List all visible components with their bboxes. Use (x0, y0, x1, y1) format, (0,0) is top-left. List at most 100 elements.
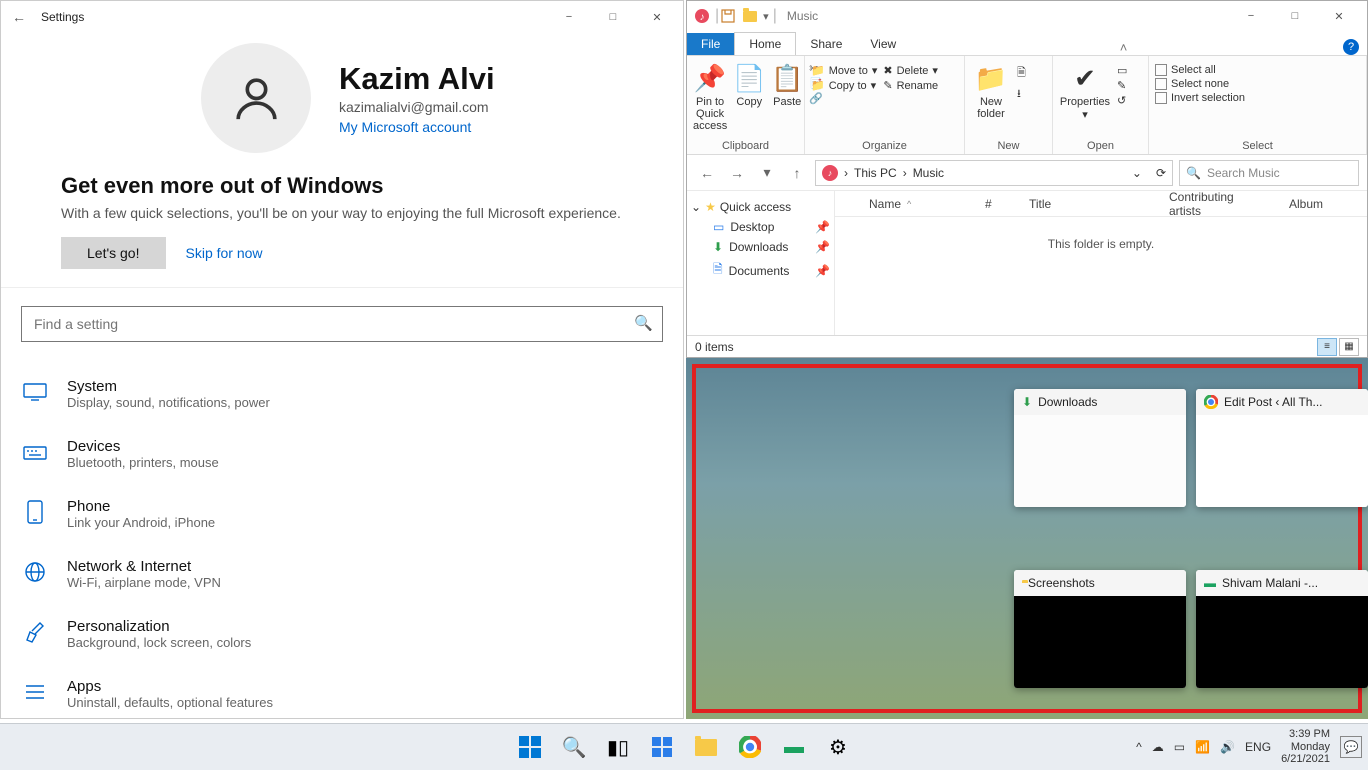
language-indicator[interactable]: ENG (1245, 740, 1271, 754)
details-view-button[interactable]: ≡ (1317, 338, 1337, 356)
notifications-button[interactable]: 💬 (1340, 736, 1362, 758)
keyboard-icon (21, 438, 49, 466)
explorer-title: Music (787, 9, 818, 23)
close-button[interactable]: ✕ (635, 3, 679, 31)
copy-icon: 📄 (733, 60, 765, 96)
search-button[interactable]: 🔍 (557, 730, 591, 764)
explorer-maximize-button[interactable]: □ (1273, 2, 1317, 30)
category-system[interactable]: SystemDisplay, sound, notifications, pow… (21, 364, 663, 424)
minimize-button[interactable]: − (547, 3, 591, 31)
rename-button[interactable]: ✎Rename (883, 79, 938, 92)
explorer-taskbar-icon[interactable] (689, 730, 723, 764)
tab-file[interactable]: File (687, 33, 734, 55)
history-icon: ↺ (1117, 94, 1126, 107)
nav-forward-button[interactable]: → (725, 161, 749, 185)
paste-icon: 📋 (771, 60, 803, 96)
settings-taskbar-icon[interactable]: ⚙ (821, 730, 855, 764)
chevron-down-icon: ▾ (871, 79, 877, 92)
skip-link[interactable]: Skip for now (186, 245, 263, 261)
maximize-button[interactable]: □ (591, 3, 635, 31)
explorer-window: ♪ | ▾ | Music − □ ✕ File Home Share View… (686, 0, 1368, 358)
category-personalization[interactable]: PersonalizationBackground, lock screen, … (21, 604, 663, 664)
battery-icon[interactable]: ▭ (1174, 740, 1185, 754)
refresh-icon[interactable]: ⟳ (1156, 166, 1166, 180)
save-icon[interactable] (719, 7, 737, 25)
breadcrumb-leaf[interactable]: Music (913, 166, 944, 180)
folder-search[interactable]: 🔍 Search Music (1179, 160, 1359, 186)
nav-documents[interactable]: 🗎Documents📌 (691, 257, 830, 284)
nav-row: ← → ▾ ↑ ♪ › This PC › Music ⌄ ⟳ 🔍 Search… (687, 155, 1367, 191)
account-link[interactable]: My Microsoft account (339, 119, 495, 135)
chevron-down-icon[interactable]: ⌄ (1132, 166, 1142, 180)
edit-button[interactable]: ✎ (1117, 79, 1127, 92)
back-button[interactable]: ← (5, 9, 33, 25)
invert-selection-button[interactable]: Invert selection (1155, 92, 1245, 104)
music-app-icon: ♪ (693, 7, 711, 25)
nav-desktop[interactable]: ▭Desktop📌 (691, 217, 830, 237)
snap-thumb-chat[interactable]: ▬Shivam Malani -... (1196, 570, 1368, 688)
ribbon-collapse-icon[interactable]: ˄ (1120, 40, 1128, 55)
explorer-close-button[interactable]: ✕ (1317, 2, 1361, 30)
clock[interactable]: 3:39 PM Monday 6/21/2021 (1281, 728, 1330, 766)
task-view-button[interactable]: ▮▯ (601, 730, 635, 764)
address-bar[interactable]: ♪ › This PC › Music ⌄ ⟳ (815, 160, 1173, 186)
help-icon[interactable]: ? (1343, 39, 1359, 55)
select-all-button[interactable]: Select all (1155, 64, 1245, 76)
widgets-button[interactable] (645, 730, 679, 764)
nav-up-button[interactable]: ↑ (785, 161, 809, 185)
snap-thumb-downloads[interactable]: ⬇Downloads (1014, 389, 1186, 507)
properties-button[interactable]: ✔Properties▾ (1059, 60, 1111, 121)
tab-view[interactable]: View (856, 33, 910, 55)
chrome-taskbar-icon[interactable] (733, 730, 767, 764)
start-button[interactable] (513, 730, 547, 764)
tab-home[interactable]: Home (734, 32, 796, 55)
invert-icon (1155, 92, 1167, 104)
explorer-minimize-button[interactable]: − (1229, 2, 1273, 30)
nav-downloads[interactable]: ⬇Downloads📌 (691, 237, 830, 257)
moveto-button[interactable]: 📁Move to▾ (811, 64, 877, 77)
new-item-button[interactable]: 🗎 (1017, 64, 1026, 83)
tray-expand-icon[interactable]: ^ (1136, 740, 1142, 754)
new-folder-button[interactable]: 📁New folder (971, 60, 1011, 120)
col-title[interactable]: Title (1019, 197, 1159, 211)
col-number[interactable]: # (975, 197, 1019, 211)
wifi-icon[interactable]: 📶 (1195, 740, 1210, 754)
category-network[interactable]: Network & InternetWi-Fi, airplane mode, … (21, 544, 663, 604)
paste-button[interactable]: 📋Paste (771, 60, 803, 108)
folder-quickaccess-icon[interactable] (741, 7, 759, 25)
snap-thumb-screenshots[interactable]: Screenshots (1014, 570, 1186, 688)
category-phone[interactable]: PhoneLink your Android, iPhone (21, 484, 663, 544)
onedrive-icon[interactable]: ☁ (1152, 740, 1164, 754)
copy-button[interactable]: 📄Copy (733, 60, 765, 108)
category-devices[interactable]: DevicesBluetooth, printers, mouse (21, 424, 663, 484)
volume-icon[interactable]: 🔊 (1220, 740, 1235, 754)
easy-access-button[interactable]: ⭳ (1017, 85, 1026, 104)
snap-picker-overlay: ⬇Downloads Edit Post ‹ All Th... Screens… (686, 358, 1368, 719)
nav-back-button[interactable]: ← (695, 161, 719, 185)
quick-access-header[interactable]: ⌄★Quick access (691, 197, 830, 217)
select-none-button[interactable]: Select none (1155, 78, 1245, 90)
pin-quickaccess-button[interactable]: 📌Pin to Quick access (693, 60, 727, 132)
nav-pane: ⌄★Quick access ▭Desktop📌 ⬇Downloads📌 🗎Do… (687, 191, 835, 335)
tab-share[interactable]: Share (796, 33, 856, 55)
col-name[interactable]: Name^ (835, 197, 975, 211)
breadcrumb-root[interactable]: This PC (854, 166, 897, 180)
history-button[interactable]: ↺ (1117, 94, 1127, 107)
copyto-button[interactable]: 📁Copy to▾ (811, 79, 877, 92)
settings-window: ← Settings − □ ✕ Kazim Alvi kazimalialvi… (0, 0, 684, 719)
lets-go-button[interactable]: Let's go! (61, 237, 166, 269)
nav-recent-dropdown[interactable]: ▾ (755, 161, 779, 185)
settings-search-input[interactable] (21, 306, 663, 342)
search-container: 🔍 (21, 306, 663, 342)
category-apps[interactable]: AppsUninstall, defaults, optional featur… (21, 664, 663, 718)
edit-icon: ✎ (1117, 79, 1126, 92)
col-album[interactable]: Album (1279, 197, 1367, 211)
chat-taskbar-icon[interactable]: ▬ (777, 730, 811, 764)
delete-button[interactable]: ✖Delete▾ (883, 64, 938, 77)
col-artists[interactable]: Contributing artists (1159, 190, 1279, 218)
icons-view-button[interactable]: ▦ (1339, 338, 1359, 356)
empty-folder-message: This folder is empty. (835, 237, 1367, 251)
snap-thumb-editpost[interactable]: Edit Post ‹ All Th... (1196, 389, 1368, 507)
open-button[interactable]: ▭ (1117, 64, 1127, 77)
explorer-titlebar: ♪ | ▾ | Music − □ ✕ (687, 1, 1367, 31)
